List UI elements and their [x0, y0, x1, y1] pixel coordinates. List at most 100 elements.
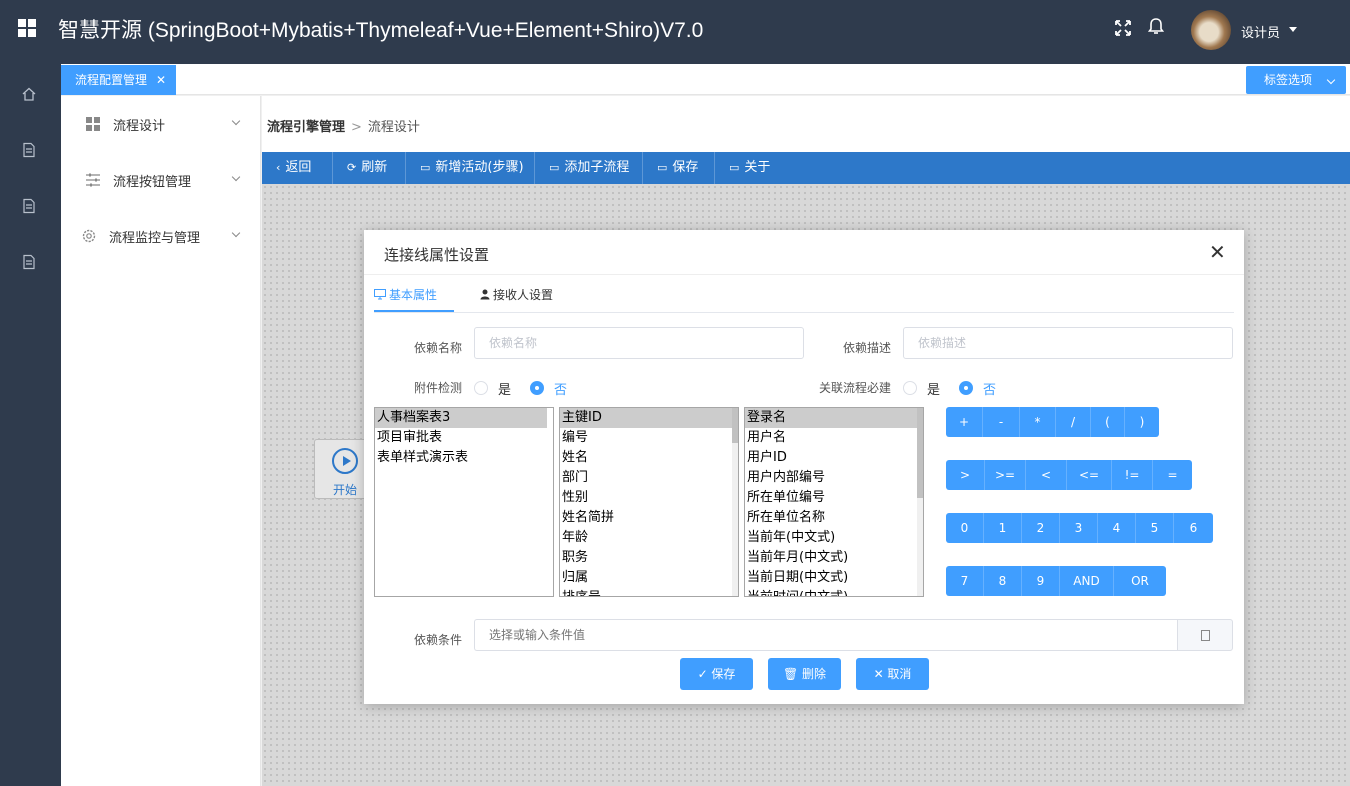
list-item[interactable]: 用户名 — [745, 428, 923, 448]
list-item[interactable]: 表单样式演示表 — [375, 448, 553, 468]
home-icon[interactable] — [21, 86, 37, 102]
sliders-icon — [86, 173, 100, 187]
key-button[interactable]: 6 — [1174, 513, 1213, 543]
list-item[interactable]: 姓名 — [560, 448, 738, 468]
document-icon[interactable] — [21, 254, 37, 270]
key-button[interactable]: 3 — [1060, 513, 1098, 543]
list-item[interactable]: 年龄 — [560, 528, 738, 548]
tab-basic-properties[interactable]: 基本属性 — [374, 286, 437, 303]
attachment-check-no-label: 否 — [554, 383, 568, 398]
key-button[interactable]: 7 — [946, 566, 984, 596]
key-button[interactable]: < — [1026, 460, 1067, 490]
condition-picker-button[interactable] — [1177, 619, 1233, 651]
list-item[interactable]: 人事档案表3 — [375, 408, 547, 428]
related-flow-no-radio[interactable] — [959, 381, 973, 395]
key-button[interactable]: 1 — [984, 513, 1022, 543]
list-item[interactable]: 归属 — [560, 568, 738, 588]
key-button[interactable]: <= — [1067, 460, 1112, 490]
key-button[interactable]: >= — [985, 460, 1026, 490]
key-button[interactable]: - — [983, 407, 1020, 437]
fullscreen-icon[interactable] — [1113, 18, 1133, 38]
key-button[interactable]: AND — [1060, 566, 1114, 596]
scrollbar[interactable] — [732, 408, 738, 596]
list-item[interactable]: 登录名 — [745, 408, 917, 428]
dependency-desc-input[interactable] — [903, 327, 1233, 359]
about-button[interactable]: ▭ 关于 — [715, 152, 787, 184]
breadcrumb-current: 流程设计 — [367, 120, 420, 135]
key-button[interactable]: 2 — [1022, 513, 1060, 543]
document-icon[interactable] — [21, 198, 37, 214]
list-item[interactable]: 项目审批表 — [375, 428, 553, 448]
key-button[interactable]: 0 — [946, 513, 984, 543]
start-node[interactable]: 开始 — [314, 439, 370, 499]
menu-item-process-monitor[interactable]: 流程监控与管理 — [61, 208, 261, 264]
refresh-button[interactable]: ⟳ 刷新 — [333, 152, 406, 184]
gear-icon — [82, 229, 96, 243]
tab-receiver-settings[interactable]: 接收人设置 — [480, 286, 553, 303]
system-var-listbox[interactable]: 登录名 用户名 用户ID 用户内部编号 所在单位编号 所在单位名称 当前年(中文… — [744, 407, 924, 597]
scrollbar-thumb[interactable] — [917, 408, 923, 498]
table-listbox[interactable]: 人事档案表3 项目审批表 表单样式演示表 — [374, 407, 554, 597]
bell-icon[interactable] — [1146, 16, 1166, 36]
tab-process-config[interactable]: 流程配置管理 ✕ — [61, 65, 176, 95]
key-button[interactable]: + — [946, 407, 983, 437]
list-item[interactable]: 当前年月(中文式) — [745, 548, 923, 568]
chevron-down-icon — [231, 116, 241, 126]
scrollbar[interactable] — [917, 408, 923, 596]
attachment-check-yes-radio[interactable] — [474, 381, 488, 395]
list-item[interactable]: 用户内部编号 — [745, 468, 923, 488]
key-button[interactable]: / — [1056, 407, 1091, 437]
key-button[interactable]: > — [946, 460, 985, 490]
add-subprocess-button[interactable]: ▭ 添加子流程 — [535, 152, 643, 184]
list-item[interactable]: 所在单位名称 — [745, 508, 923, 528]
list-item[interactable]: 排序号 — [560, 588, 738, 596]
field-listbox[interactable]: 主键ID 编号 姓名 部门 性别 姓名简拼 年龄 职务 归属 排序号 — [559, 407, 739, 597]
save-button[interactable]: ▭ 保存 — [643, 152, 715, 184]
avatar[interactable] — [1191, 10, 1231, 50]
key-button[interactable]: 8 — [984, 566, 1022, 596]
menu-item-process-buttons[interactable]: 流程按钮管理 — [61, 152, 261, 208]
list-item[interactable]: 编号 — [560, 428, 738, 448]
key-button[interactable]: = — [1153, 460, 1192, 490]
list-item[interactable]: 部门 — [560, 468, 738, 488]
cancel-button[interactable]: ✕ 取消 — [856, 658, 929, 690]
apps-grid-icon[interactable] — [18, 19, 36, 37]
key-button[interactable]: OR — [1114, 566, 1166, 596]
list-item[interactable]: 当前日期(中文式) — [745, 568, 923, 588]
toolbar-label: 关于 — [744, 160, 771, 175]
document-icon[interactable] — [21, 142, 37, 158]
list-item[interactable]: 当前年(中文式) — [745, 528, 923, 548]
key-button[interactable]: 5 — [1136, 513, 1174, 543]
add-activity-button[interactable]: ▭ 新增活动(步骤) — [406, 152, 535, 184]
list-item[interactable]: 当前时间(中文式) — [745, 588, 923, 596]
monitor-icon — [374, 289, 386, 300]
dependency-name-input[interactable] — [474, 327, 804, 359]
back-button[interactable]: ‹ 返回 — [262, 152, 333, 184]
tag-options-button[interactable]: 标签选项 — [1246, 66, 1346, 94]
list-item[interactable]: 职务 — [560, 548, 738, 568]
delete-button[interactable]: 🗑 删除 — [768, 658, 841, 690]
key-button[interactable]: * — [1020, 407, 1056, 437]
chevron-down-icon — [231, 172, 241, 182]
list-item[interactable]: 性别 — [560, 488, 738, 508]
key-button[interactable]: ) — [1125, 407, 1159, 437]
user-dropdown-caret-icon[interactable] — [1289, 27, 1297, 32]
key-button[interactable]: 4 — [1098, 513, 1136, 543]
related-flow-yes-radio[interactable] — [903, 381, 917, 395]
list-item[interactable]: 姓名简拼 — [560, 508, 738, 528]
list-item[interactable]: 用户ID — [745, 448, 923, 468]
save-button[interactable]: ✓ 保存 — [680, 658, 753, 690]
menu-item-process-design[interactable]: 流程设计 — [61, 96, 261, 152]
list-item[interactable]: 主键ID — [560, 408, 732, 428]
tab-close-icon[interactable]: ✕ — [156, 65, 166, 95]
key-button[interactable]: != — [1112, 460, 1153, 490]
scrollbar-thumb[interactable] — [732, 408, 738, 443]
key-button[interactable]: ( — [1091, 407, 1125, 437]
breadcrumb-root[interactable]: 流程引擎管理 — [267, 120, 345, 135]
close-icon[interactable]: ✕ — [1209, 242, 1226, 262]
list-item[interactable]: 所在单位编号 — [745, 488, 923, 508]
condition-input[interactable] — [474, 619, 1178, 651]
key-button[interactable]: 9 — [1022, 566, 1060, 596]
attachment-check-no-radio[interactable] — [530, 381, 544, 395]
user-name[interactable]: 设计员 — [1241, 22, 1280, 41]
